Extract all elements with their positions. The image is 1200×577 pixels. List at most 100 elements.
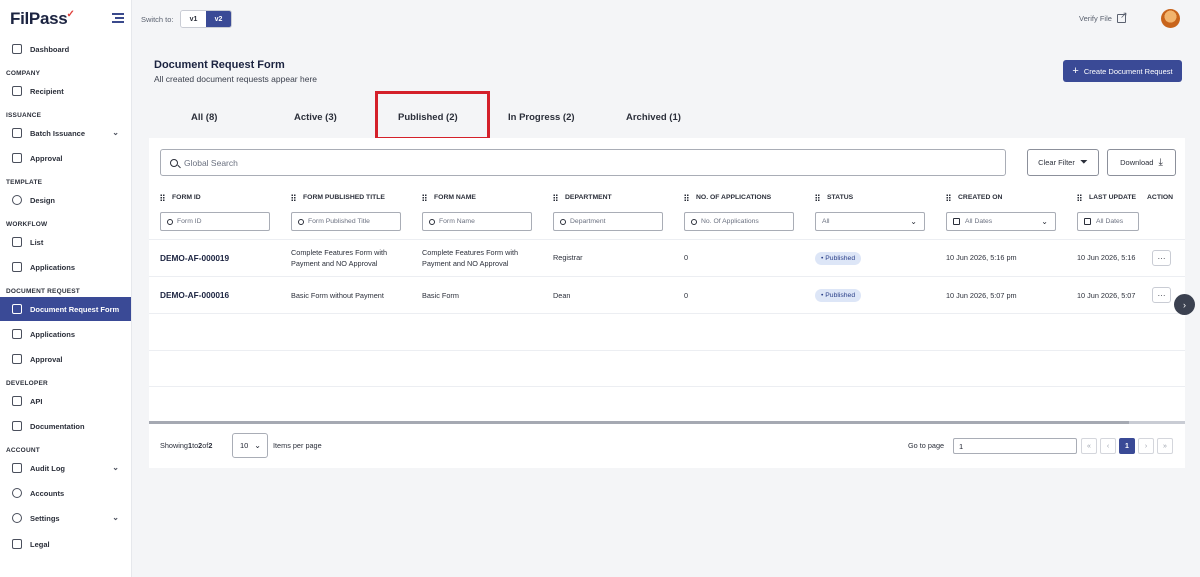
app-logo[interactable]: FilPass✓ — [10, 9, 76, 29]
verify-file-link[interactable]: Verify File — [1079, 10, 1127, 23]
sidebar: FilPass✓ Dashboard COMPANY Recipient ISS… — [0, 0, 132, 577]
filter-last-updated-select[interactable]: All Dates — [1077, 212, 1139, 231]
switch-v2-button[interactable]: v2 — [206, 11, 231, 27]
global-search-input[interactable]: Global Search — [160, 149, 1006, 176]
filter-form-name-input[interactable]: Form Name — [422, 212, 532, 231]
sidebar-item-legal[interactable]: Legal — [0, 532, 131, 556]
sidebar-item-batch-issuance[interactable]: Batch Issuance ⌄ — [0, 121, 131, 145]
folder-icon — [12, 262, 22, 272]
column-header-published-title[interactable]: FORM PUBLISHED TITLE — [291, 194, 385, 201]
cell-form-name: Basic Form — [422, 291, 459, 300]
scrollbar-thumb[interactable] — [149, 421, 1129, 424]
row-action-menu-button[interactable]: ··· — [1152, 250, 1171, 266]
approval-icon — [12, 153, 22, 163]
scroll-right-button[interactable]: › — [1174, 294, 1195, 315]
filter-status-select[interactable]: All ⌄ — [815, 212, 925, 231]
drag-handle-icon[interactable] — [1077, 194, 1082, 201]
horizontal-scrollbar[interactable] — [149, 421, 1185, 424]
filter-form-id-input[interactable]: Form ID — [160, 212, 270, 231]
book-icon — [12, 421, 22, 431]
sidebar-item-approval[interactable]: Approval — [0, 146, 131, 170]
gear-icon — [12, 513, 22, 523]
goto-page-input[interactable]: 1 — [953, 438, 1077, 454]
column-header-department[interactable]: DEPARTMENT — [553, 194, 612, 201]
filter-department-input[interactable]: Department — [553, 212, 663, 231]
sidebar-item-list[interactable]: List — [0, 230, 131, 254]
sidebar-item-dashboard[interactable]: Dashboard — [0, 37, 131, 61]
column-header-form-id[interactable]: FORM ID — [160, 194, 201, 201]
sidebar-section-template: TEMPLATE — [6, 179, 43, 186]
status-badge: • Published — [815, 289, 862, 302]
page-subtitle: All created document requests appear her… — [154, 74, 318, 84]
last-page-button[interactable]: » — [1157, 438, 1173, 454]
tab-archived[interactable]: Archived (1) — [626, 112, 681, 123]
drag-handle-icon[interactable] — [291, 194, 296, 201]
first-page-button[interactable]: « — [1081, 438, 1097, 454]
drag-handle-icon[interactable] — [160, 194, 165, 201]
search-icon — [167, 218, 173, 225]
filter-created-on-select[interactable]: All Dates ⌄ — [946, 212, 1056, 231]
cell-last-updated: 10 Jun 2026, 5:16 — [1077, 253, 1136, 262]
sidebar-item-audit-log[interactable]: Audit Log ⌄ — [0, 456, 131, 480]
sidebar-item-accounts[interactable]: Accounts — [0, 481, 131, 505]
drag-handle-icon[interactable] — [422, 194, 427, 201]
next-page-button[interactable]: › — [1138, 438, 1154, 454]
tab-active[interactable]: Active (3) — [294, 112, 337, 123]
column-header-applications[interactable]: NO. OF APPLICATIONS — [684, 194, 771, 201]
logo-check-icon: ✓ — [66, 9, 75, 20]
chevron-down-icon: ⌄ — [112, 128, 119, 137]
chevron-down-icon: ⌄ — [910, 217, 917, 226]
column-header-action: ACTION — [1147, 194, 1174, 201]
column-header-status[interactable]: STATUS — [815, 194, 853, 201]
sidebar-item-applications[interactable]: Applications — [0, 255, 131, 279]
scale-icon — [12, 539, 22, 549]
cell-published-title: Basic Form without Payment — [291, 291, 384, 300]
prev-page-button[interactable]: ‹ — [1100, 438, 1116, 454]
sidebar-item-dr-approval[interactable]: Approval — [0, 347, 131, 371]
items-per-page-select[interactable]: 10 ⌄ — [232, 433, 268, 458]
column-header-last-updated[interactable]: LAST UPDATE — [1077, 194, 1136, 201]
filter-published-title-input[interactable]: Form Published Title — [291, 212, 401, 231]
sidebar-item-api[interactable]: API — [0, 389, 131, 413]
checklist-icon — [12, 329, 22, 339]
drag-handle-icon[interactable] — [815, 194, 820, 201]
cell-department: Registrar — [553, 253, 583, 262]
home-icon — [12, 44, 22, 54]
cell-created-on: 10 Jun 2026, 5:16 pm — [946, 253, 1017, 262]
table-row[interactable]: DEMO-AF-000019 Complete Features Form wi… — [149, 240, 1185, 277]
drag-handle-icon[interactable] — [684, 194, 689, 201]
column-header-created-on[interactable]: CREATED ON — [946, 194, 1002, 201]
tab-in-progress[interactable]: In Progress (2) — [508, 112, 575, 123]
user-card-icon — [12, 86, 22, 96]
form-icon — [12, 304, 22, 314]
sidebar-section-workflow: WORKFLOW — [6, 221, 48, 228]
sidebar-item-dr-applications[interactable]: Applications — [0, 322, 131, 346]
tab-all[interactable]: All (8) — [191, 112, 217, 123]
sidebar-section-developer: DEVELOPER — [6, 380, 48, 387]
switch-v1-button[interactable]: v1 — [181, 11, 206, 27]
search-icon — [560, 218, 566, 225]
empty-row — [149, 350, 1185, 387]
create-document-request-button[interactable]: + Create Document Request — [1063, 60, 1182, 82]
filter-applications-input[interactable]: No. Of Applications — [684, 212, 794, 231]
sidebar-item-documentation[interactable]: Documentation — [0, 414, 131, 438]
row-action-menu-button[interactable]: ··· — [1152, 287, 1171, 303]
clear-filter-button[interactable]: Clear Filter ⏷ — [1027, 149, 1099, 176]
sidebar-item-settings[interactable]: Settings ⌄ — [0, 506, 131, 530]
download-button[interactable]: Download ⤓ — [1107, 149, 1176, 176]
cell-form-id: DEMO-AF-000016 — [160, 290, 230, 300]
page-1-button[interactable]: 1 — [1119, 438, 1135, 454]
table-row[interactable]: DEMO-AF-000016 Basic Form without Paymen… — [149, 277, 1185, 314]
sidebar-item-recipient[interactable]: Recipient — [0, 79, 131, 103]
cell-last-updated: 10 Jun 2026, 5:07 — [1077, 291, 1136, 300]
sidebar-item-document-request-form[interactable]: Document Request Form — [0, 297, 131, 321]
column-header-form-name[interactable]: FORM NAME — [422, 194, 476, 201]
avatar[interactable] — [1161, 9, 1180, 28]
menu-toggle-icon[interactable] — [112, 13, 124, 23]
sidebar-item-design[interactable]: Design — [0, 188, 131, 212]
empty-row — [149, 314, 1185, 351]
drag-handle-icon[interactable] — [946, 194, 951, 201]
download-icon: ⤓ — [1158, 157, 1163, 168]
drag-handle-icon[interactable] — [553, 194, 558, 201]
document-icon — [12, 128, 22, 138]
